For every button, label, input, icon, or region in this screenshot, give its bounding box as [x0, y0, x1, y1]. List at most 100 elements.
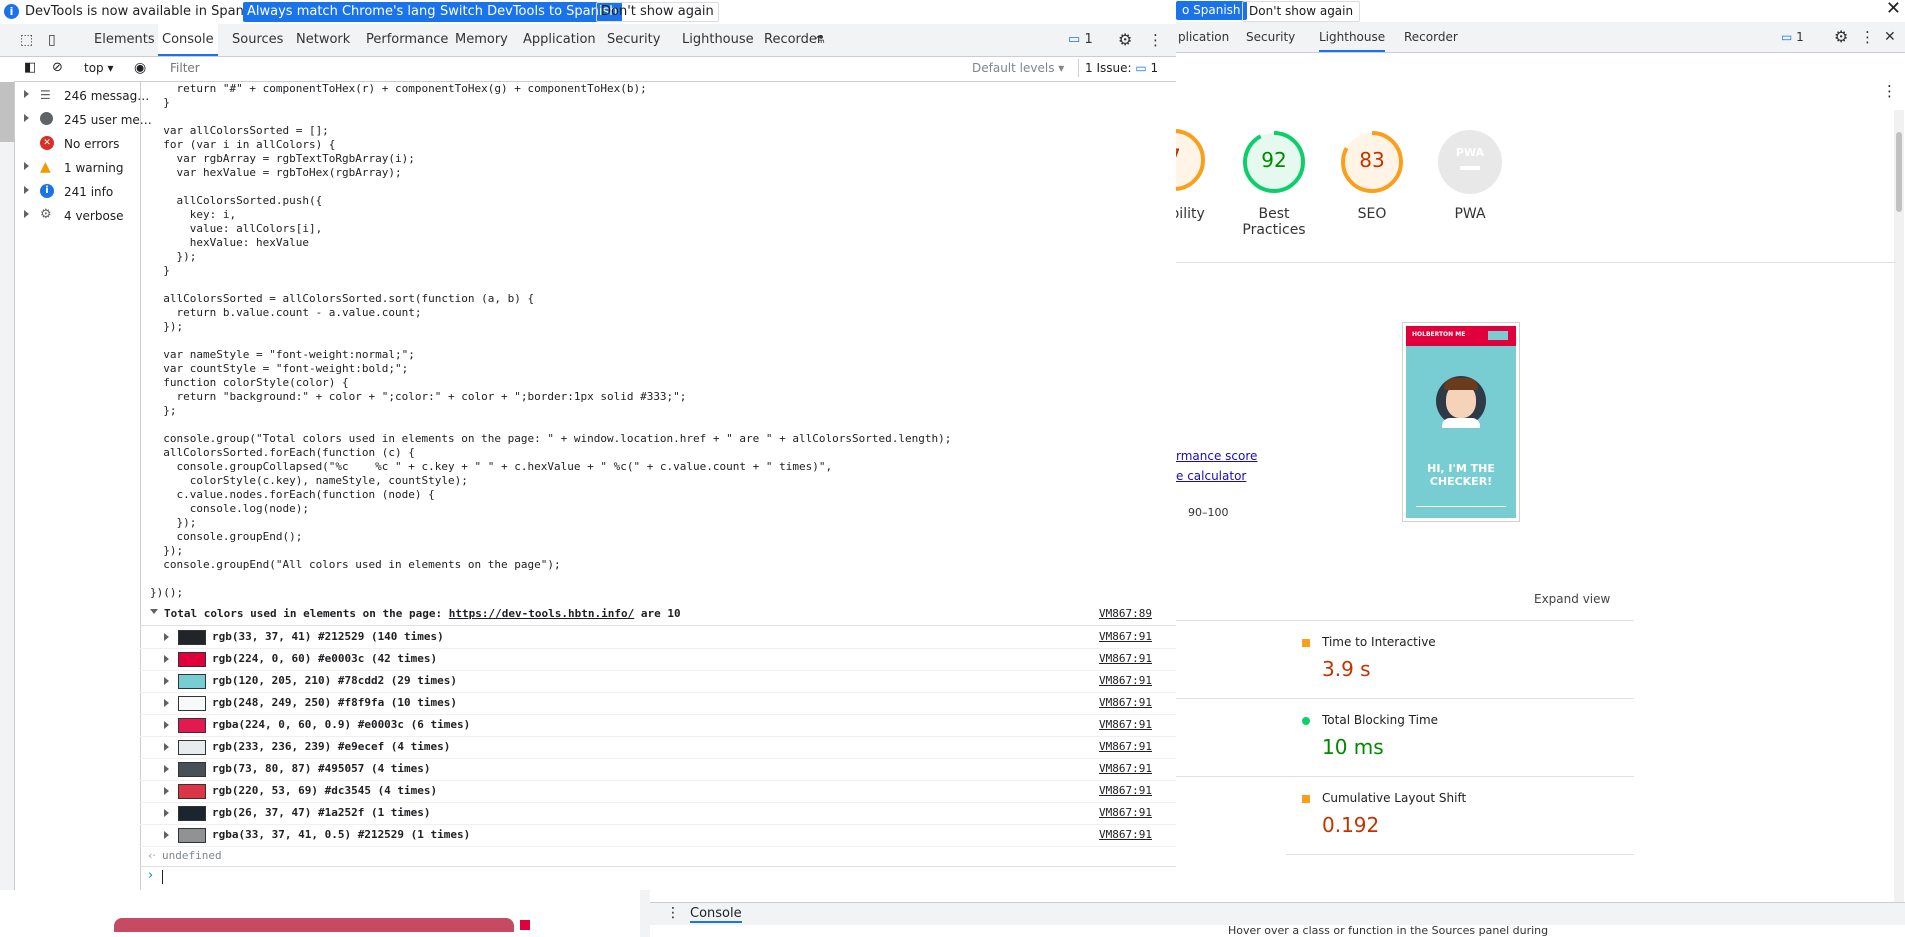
tab-recorder[interactable]: Recorder — [1404, 22, 1458, 52]
issues-icon[interactable]: ▭ 1 — [1781, 22, 1804, 52]
color-row[interactable]: rgba(224, 0, 60, 0.9) #e0003c (6 times) V… — [140, 714, 1176, 737]
expand-view-button[interactable]: Expand view — [1534, 592, 1610, 606]
switch-language-button[interactable]: o Spanish — [1176, 1, 1247, 20]
sidebar-item-user-messages[interactable]: 245 user me… — [14, 108, 152, 132]
tab-application[interactable]: plication — [1178, 22, 1229, 52]
accessibility-gauge[interactable]: 7 — [1176, 128, 1206, 192]
metric-time-to-interactive: Time to Interactive 3.9 s — [1286, 620, 1634, 699]
source-link[interactable]: VM867:91 — [1099, 696, 1152, 709]
color-group-header[interactable]: Total colors used in elements on the pag… — [140, 603, 1176, 626]
log-levels-dropdown[interactable]: Default levels ▾ — [972, 61, 1064, 75]
color-description: rgb(233, 236, 239) #e9ecef (4 times) — [212, 740, 451, 753]
source-link[interactable]: VM867:91 — [1099, 784, 1152, 797]
tab-application[interactable]: Application — [523, 24, 596, 56]
color-row[interactable]: rgb(224, 0, 60) #e0003c (42 times) VM867:… — [140, 648, 1176, 671]
code-line: c.value.nodes.forEach(function (node) { — [150, 488, 435, 501]
color-row[interactable]: rgb(233, 236, 239) #e9ecef (4 times) VM86… — [140, 736, 1176, 759]
color-row[interactable]: rgb(220, 53, 69) #dc3545 (4 times) VM867:… — [140, 780, 1176, 803]
tab-performance[interactable]: Performance — [366, 24, 448, 56]
sidebar-item-messages[interactable]: ☰ 246 messag… — [14, 84, 149, 108]
gear-icon[interactable]: ⚙ — [1834, 22, 1848, 52]
chevron-right-icon[interactable] — [164, 831, 169, 839]
calculator-link[interactable]: e calculator — [1176, 469, 1246, 483]
page-screenshot[interactable]: HOLBERTON ME HI, I'M THE CHECKER! — [1402, 322, 1520, 522]
dont-show-again-button[interactable]: Don't show again — [596, 2, 719, 22]
accessibility-score: 7 — [1176, 146, 1206, 171]
filter-input[interactable] — [168, 59, 972, 77]
source-link[interactable]: VM867:91 — [1099, 806, 1152, 819]
tab-lighthouse[interactable]: Lighthouse — [1319, 22, 1386, 52]
gear-icon[interactable]: ⚙ — [1118, 24, 1132, 56]
sidebar-item-warnings[interactable]: ▲ 1 warning — [14, 156, 140, 180]
tab-recorder[interactable]: Recorder — [764, 24, 822, 56]
chevron-right-icon[interactable] — [164, 699, 169, 707]
chevron-right-icon[interactable] — [164, 809, 169, 817]
chevron-right-icon[interactable] — [164, 765, 169, 773]
color-row[interactable]: rgb(248, 249, 250) #f8f9fa (10 times) VM8… — [140, 692, 1176, 715]
tab-sources[interactable]: Sources — [232, 24, 283, 56]
color-row[interactable]: rgb(26, 37, 47) #1a252f (1 times) VM867:9… — [140, 802, 1176, 825]
source-link[interactable]: VM867:91 — [1099, 652, 1152, 665]
gutter-scrollbar[interactable] — [0, 82, 14, 142]
color-description: rgb(73, 80, 87) #495057 (4 times) — [212, 762, 431, 775]
source-link[interactable]: VM867:91 — [1099, 762, 1152, 775]
eye-icon[interactable]: ◉ — [134, 60, 146, 76]
tab-security[interactable]: Security — [607, 24, 660, 56]
context-selector[interactable]: top ▾ — [84, 61, 114, 75]
chevron-right-icon[interactable] — [164, 633, 169, 641]
perf-score-link[interactable]: rmance score — [1176, 449, 1257, 463]
seo-gauge[interactable]: 83 — [1340, 130, 1404, 194]
pwa-gauge[interactable]: PWA — [1438, 130, 1502, 194]
best-practices-score: 92 — [1261, 148, 1287, 172]
tab-lighthouse[interactable]: Lighthouse — [682, 24, 754, 56]
source-link[interactable]: VM867:89 — [1099, 607, 1152, 620]
color-row[interactable]: rgba(33, 37, 41, 0.5) #212529 (1 times) V… — [140, 824, 1176, 847]
tab-memory[interactable]: Memory — [455, 24, 508, 56]
average-indicator-icon — [1302, 639, 1310, 647]
issues-button[interactable]: 1 Issue: ▭ 1 — [1078, 59, 1164, 77]
source-link[interactable]: VM867:91 — [1099, 630, 1152, 643]
sidebar-item-info[interactable]: i 241 info — [14, 180, 140, 204]
source-link[interactable]: VM867:91 — [1099, 740, 1152, 753]
sidebar-item-verbose[interactable]: ⚙ 4 verbose — [14, 204, 140, 228]
chevron-down-icon[interactable] — [150, 609, 158, 614]
issues-badge[interactable]: ▭ 1 — [1068, 24, 1093, 56]
source-link[interactable]: VM867:91 — [1099, 674, 1152, 687]
close-devtools-icon[interactable]: ✕ — [1884, 22, 1896, 52]
drawer-menu-icon[interactable]: ⋮ — [666, 905, 680, 921]
source-link[interactable]: VM867:91 — [1099, 828, 1152, 841]
device-toolbar-icon[interactable]: ▯ — [48, 24, 56, 56]
source-link[interactable]: VM867:91 — [1099, 718, 1152, 731]
color-row[interactable]: rgb(120, 205, 210) #78cdd2 (29 times) VM8… — [140, 670, 1176, 693]
dont-show-again-button[interactable]: Don't show again — [1242, 1, 1361, 22]
color-row[interactable]: rgb(73, 80, 87) #495057 (4 times) VM867:9… — [140, 758, 1176, 781]
more-menu-icon[interactable]: ⋮ — [1860, 22, 1875, 52]
prompt-chevron-icon: › — [148, 868, 154, 883]
chevron-right-icon[interactable] — [164, 787, 169, 795]
console-prompt[interactable]: › — [140, 866, 1176, 888]
clear-console-icon[interactable]: ⊘ — [52, 60, 63, 75]
tab-elements[interactable]: Elements — [94, 24, 155, 56]
close-icon[interactable]: ✕ — [1886, 0, 1901, 18]
drawer-tab-console[interactable]: Console — [690, 906, 742, 923]
more-menu-icon[interactable]: ⋮ — [1148, 24, 1163, 56]
color-swatch — [178, 784, 206, 799]
chevron-right-icon[interactable] — [164, 677, 169, 685]
sidebar-toggle-icon[interactable]: ◧ — [24, 60, 36, 75]
switch-to-spanish-button[interactable]: Switch DevTools to Spanish — [436, 2, 622, 22]
sidebar-item-errors[interactable]: ✕ No errors — [14, 132, 140, 156]
chevron-right-icon[interactable] — [164, 655, 169, 663]
tab-security[interactable]: Security — [1246, 22, 1295, 52]
tab-console[interactable]: Console — [158, 24, 218, 56]
tab-network[interactable]: Network — [296, 24, 350, 56]
inspect-element-icon[interactable]: ⬚ — [20, 24, 33, 56]
chevron-right-icon[interactable] — [164, 721, 169, 729]
color-row[interactable]: rgb(33, 37, 41) #212529 (140 times) VM867… — [140, 626, 1176, 649]
scrollbar[interactable] — [1894, 110, 1904, 937]
more-options-icon[interactable]: ⋮ — [1882, 82, 1897, 100]
chevron-right-icon[interactable] — [164, 743, 169, 751]
code-line: console.groupEnd("All colors used in ele… — [150, 558, 561, 571]
best-practices-gauge[interactable]: 92 — [1242, 130, 1306, 194]
page-url-link[interactable]: https://dev-tools.hbtn.info/ — [449, 607, 634, 620]
